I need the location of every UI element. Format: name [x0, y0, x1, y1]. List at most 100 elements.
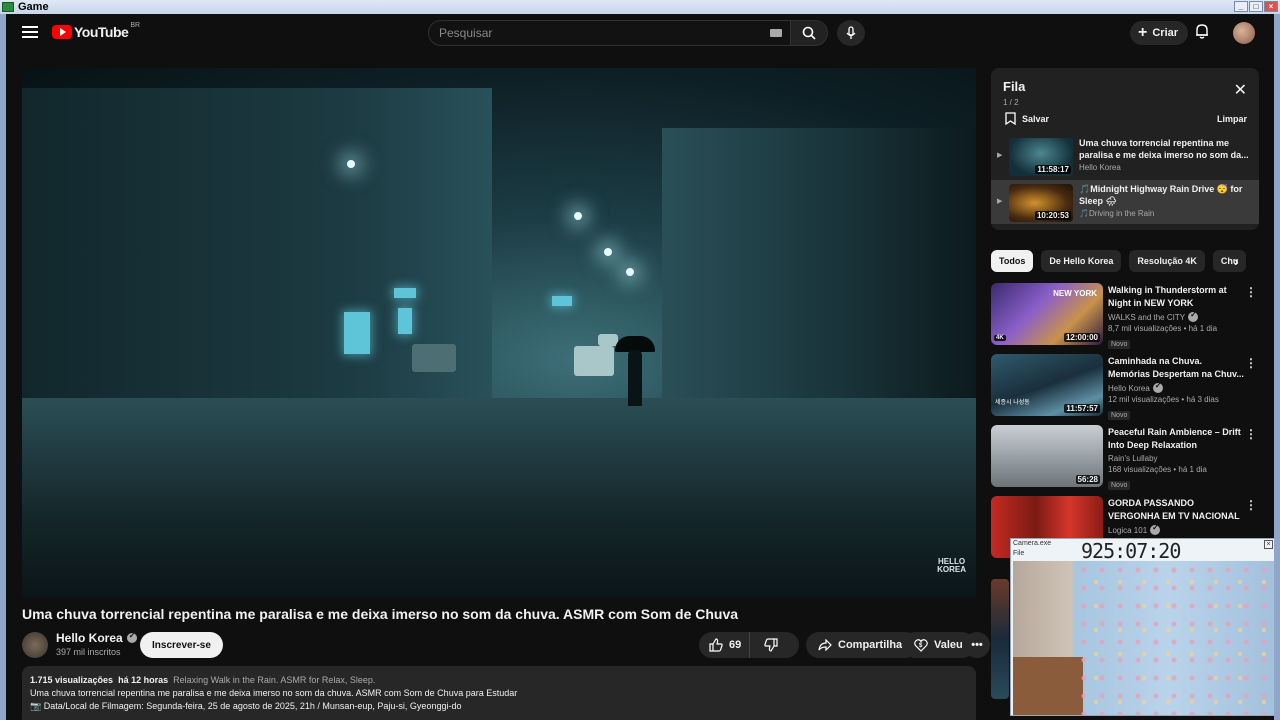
recommendation-title: Peaceful Rain Ambience – Drift Into Deep… [1108, 427, 1241, 450]
logo-wordmark: YouTube [74, 24, 129, 40]
thumbs-down-icon [764, 638, 778, 652]
verified-icon [1152, 381, 1163, 393]
recommendation-channel: WALKS and the CITY [1108, 310, 1244, 322]
maximize-icon[interactable]: □ [1249, 1, 1263, 12]
minimize-icon[interactable]: _ [1234, 1, 1248, 12]
logo-region: BR [130, 21, 141, 29]
youtube-logo[interactable]: YouTube BR [52, 21, 141, 40]
queue-position: 1 / 2 [1003, 98, 1019, 107]
microphone-icon [846, 26, 856, 39]
close-queue-icon[interactable]: ✕ [1234, 80, 1247, 100]
keyboard-icon[interactable] [770, 29, 782, 37]
scene-road [22, 398, 976, 598]
chip-4k[interactable]: Resolução 4K [1129, 250, 1205, 272]
create-label: Criar [1152, 27, 1179, 39]
hamburger-menu-icon[interactable] [22, 26, 38, 38]
recommendation-channel: Rain's Lullaby [1108, 454, 1158, 463]
like-count: 69 [729, 639, 742, 651]
like-dislike-group: 69 [699, 632, 799, 658]
description-line: Uma chuva torrencial repentina me parali… [30, 688, 518, 698]
channel-watermark: HELLO KOREA [937, 557, 966, 574]
subscribe-button[interactable]: Inscrever-se [140, 632, 223, 658]
save-queue-button[interactable]: Salvar [1005, 112, 1049, 125]
super-thanks-icon: $ [914, 639, 928, 652]
close-window-icon[interactable]: × [1264, 1, 1278, 12]
camera-overlay-window[interactable]: Camera.exe File 925:07:20 × [1010, 538, 1274, 716]
subscriber-count: 397 mil inscritos [56, 647, 121, 657]
voice-search-button[interactable] [837, 20, 865, 46]
notifications-button[interactable] [1195, 23, 1209, 44]
new-badge: Novo [1108, 481, 1131, 490]
recommendation-meta: 8,7 mil visualizações • há 1 dia [1108, 324, 1218, 333]
chip-from-channel[interactable]: De Hello Korea [1041, 250, 1122, 272]
video-title: Uma chuva torrencial repentina me parali… [22, 606, 739, 622]
new-badge: Novo [1108, 411, 1131, 420]
recommendation-thumbnail: 세종시 나성동 11:57:57 [991, 354, 1103, 416]
recommendation-item[interactable]: 56:28 Peaceful Rain Ambience – Drift Int… [991, 425, 1259, 490]
share-icon [818, 639, 832, 651]
dislike-button[interactable] [756, 632, 786, 658]
more-vertical-icon[interactable]: ⋮ [1245, 356, 1257, 370]
bell-icon [1196, 24, 1208, 39]
search-icon [802, 26, 816, 40]
window-frame-right [1274, 14, 1280, 720]
bookmark-icon [1005, 112, 1016, 125]
plus-icon: + [1138, 24, 1148, 41]
thumbs-up-icon [709, 638, 723, 652]
youtube-play-icon [52, 25, 72, 39]
chip-rain[interactable]: Chu [1212, 250, 1247, 272]
channel-name[interactable]: Hello Korea [56, 631, 137, 645]
recommendation-thumbnail: NEW YORK 4K 12:00:00 [991, 283, 1103, 345]
description-box[interactable]: 1.715 visualizações há 12 horas Relaxing… [22, 666, 976, 720]
like-button[interactable]: 69 [699, 632, 751, 658]
recommendation-thumbnail: 56:28 [991, 425, 1103, 487]
queue-item-channel: 🎵Driving in the Rain [1079, 209, 1155, 218]
description-meta: 1.715 visualizações há 12 horas Relaxing… [30, 675, 376, 685]
recommendation-channel: Hello Korea [1108, 381, 1244, 393]
recommendation-meta: 168 visualizações • há 1 dia [1108, 465, 1207, 474]
queue-item-title: Uma chuva torrencial repentina me parali… [1079, 138, 1249, 160]
app-icon [2, 2, 14, 12]
create-button[interactable]: + Criar [1130, 21, 1189, 45]
queue-thumbnail: 11:58:17 [1009, 138, 1073, 176]
window-title: Game [18, 1, 49, 13]
verified-icon [1188, 310, 1199, 322]
verified-icon [126, 631, 137, 643]
queue-thumbnail: 10:20:53 [1009, 184, 1073, 222]
queue-item[interactable]: ▶ 10:20:53 🎵Midnight Highway Rain Drive … [991, 180, 1259, 224]
camera-feed [1013, 561, 1274, 715]
play-indicator-icon: ▶ [997, 152, 1003, 159]
close-icon[interactable]: × [1264, 540, 1273, 549]
new-badge: Novo [1108, 340, 1131, 349]
video-player[interactable]: HELLO KOREA [22, 68, 976, 598]
recommendation-thumbnail-partial[interactable] [991, 579, 1009, 699]
chevron-right-icon[interactable]: › [1234, 253, 1239, 269]
account-avatar[interactable] [1233, 22, 1255, 44]
more-vertical-icon[interactable]: ⋮ [1245, 427, 1257, 441]
recommendation-title: GORDA PASSANDO VERGONHA EM TV NACIONAL [1108, 498, 1240, 521]
queue-title: Fila [1003, 79, 1026, 94]
chip-all[interactable]: Todos [991, 250, 1034, 272]
svg-text:$: $ [919, 643, 923, 649]
more-vertical-icon[interactable]: ⋮ [1245, 498, 1257, 512]
search-input[interactable] [439, 26, 739, 40]
filter-chips: Todos De Hello Korea Resolução 4K Chu [991, 250, 1259, 272]
play-indicator-icon: ▶ [997, 198, 1003, 205]
recommendation-item[interactable]: 세종시 나성동 11:57:57 Caminhada na Chuva. Mem… [991, 354, 1259, 420]
more-actions-button[interactable]: ••• [964, 632, 990, 658]
top-bar: YouTube BR + Criar [6, 14, 1274, 52]
clear-queue-button[interactable]: Limpar [1217, 114, 1247, 124]
recommendation-title: Walking in Thunderstorm at Night in NEW … [1108, 285, 1227, 308]
recommendation-meta: 12 mil visualizações • há 3 dias [1108, 395, 1219, 404]
recommendation-item[interactable]: NEW YORK 4K 12:00:00 Walking in Thunders… [991, 283, 1259, 349]
description-line: 📷 Data/Local de Filmagem: Segunda-feira,… [30, 701, 462, 711]
search-button[interactable] [790, 20, 828, 46]
queue-item-channel: Hello Korea [1079, 163, 1121, 172]
queue-item-title: 🎵Midnight Highway Rain Drive 😴 for Sleep… [1079, 184, 1243, 206]
channel-avatar[interactable] [22, 632, 48, 658]
queue-item[interactable]: ▶ 11:58:17 Uma chuva torrencial repentin… [991, 134, 1259, 178]
more-horizontal-icon: ••• [971, 639, 983, 651]
camera-file-menu[interactable]: File [1013, 550, 1024, 557]
more-vertical-icon[interactable]: ⋮ [1245, 285, 1257, 299]
scene-building-left [22, 88, 492, 448]
